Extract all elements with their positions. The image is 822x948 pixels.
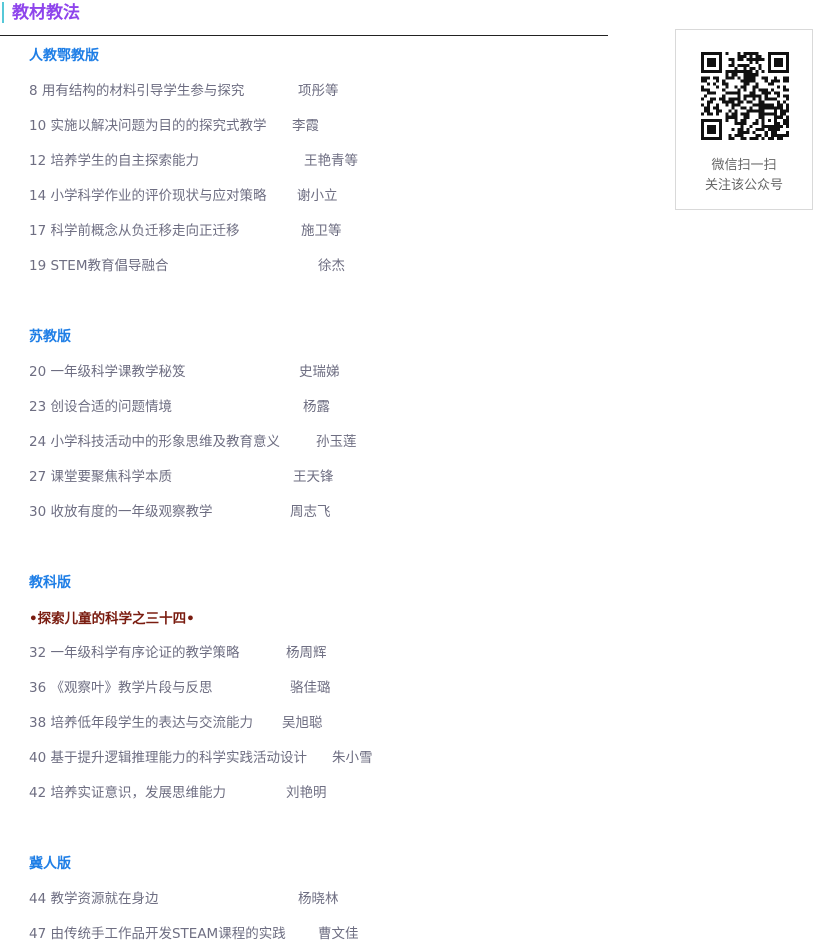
article-author: 孙玉莲: [316, 434, 357, 450]
article-author: 杨周辉: [286, 645, 327, 661]
section-title-renjiao: 人教鄂教版: [29, 48, 99, 64]
article-title: 17 科学前概念从负迁移走向正迁移: [29, 223, 240, 239]
section-title-jiren: 冀人版: [29, 856, 71, 872]
section-header: 教材教法: [0, 0, 608, 36]
article-author: 谢小立: [297, 188, 338, 204]
article-title: 20 一年级科学课教学秘笈: [29, 364, 186, 380]
section-title-sujiao: 苏教版: [29, 329, 71, 345]
header-accent-bar: [2, 2, 4, 23]
article-title: 10 实施以解决问题为目的的探究式教学: [29, 118, 267, 134]
article-author: 骆佳璐: [290, 680, 331, 696]
article-title: 8 用有结构的材料引导学生参与探究: [29, 83, 245, 99]
article-title: 19 STEM教育倡导融合: [29, 258, 169, 274]
article-title: 32 一年级科学有序论证的教学策略: [29, 645, 240, 661]
article-title: 38 培养低年段学生的表达与交流能力: [29, 715, 253, 731]
article-author: 施卫等: [301, 223, 342, 239]
article-author: 项彤等: [298, 83, 339, 99]
article-title: 44 教学资源就在身边: [29, 891, 159, 907]
article-author: 刘艳明: [286, 785, 327, 801]
article-author: 朱小雪: [332, 750, 373, 766]
qr-caption-follow: 关注该公众号: [704, 178, 783, 193]
article-title: 47 由传统手工作品开发STEAM课程的实践: [29, 926, 286, 942]
article-author: 杨晓林: [298, 891, 339, 907]
article-author: 周志飞: [290, 504, 331, 520]
page-title: 教材教法: [12, 3, 80, 23]
section-title-jiaoke: 教科版: [29, 575, 71, 591]
article-author: 王艳青等: [304, 153, 358, 169]
article-title: 36 《观察叶》教学片段与反思: [29, 680, 213, 696]
article-title: 23 创设合适的问题情境: [29, 399, 172, 415]
article-title: 30 收放有度的一年级观察教学: [29, 504, 213, 520]
article-title: 40 基于提升逻辑推理能力的科学实践活动设计: [29, 750, 307, 766]
article-author: 杨露: [303, 399, 330, 415]
article-title: 14 小学科学作业的评价现状与应对策略: [29, 188, 267, 204]
special-column-title: •探索儿童的科学之三十四•: [29, 611, 195, 627]
qr-code-panel: 微信扫一扫 关注该公众号: [675, 29, 813, 210]
article-author: 徐杰: [318, 258, 345, 274]
article-title: 42 培养实证意识，发展思维能力: [29, 785, 226, 801]
article-author: 曹文佳: [318, 926, 359, 942]
article-title: 24 小学科技活动中的形象思维及教育意义: [29, 434, 280, 450]
article-title: 12 培养学生的自主探索能力: [29, 153, 199, 169]
article-author: 吴旭聪: [282, 715, 323, 731]
article-author: 王天锋: [293, 469, 334, 485]
article-author: 李霞: [292, 118, 319, 134]
article-title: 27 课堂要聚焦科学本质: [29, 469, 172, 485]
article-author: 史瑞娣: [299, 364, 340, 380]
qr-code-icon[interactable]: [701, 52, 789, 140]
qr-caption-scan: 微信扫一扫: [711, 158, 777, 173]
